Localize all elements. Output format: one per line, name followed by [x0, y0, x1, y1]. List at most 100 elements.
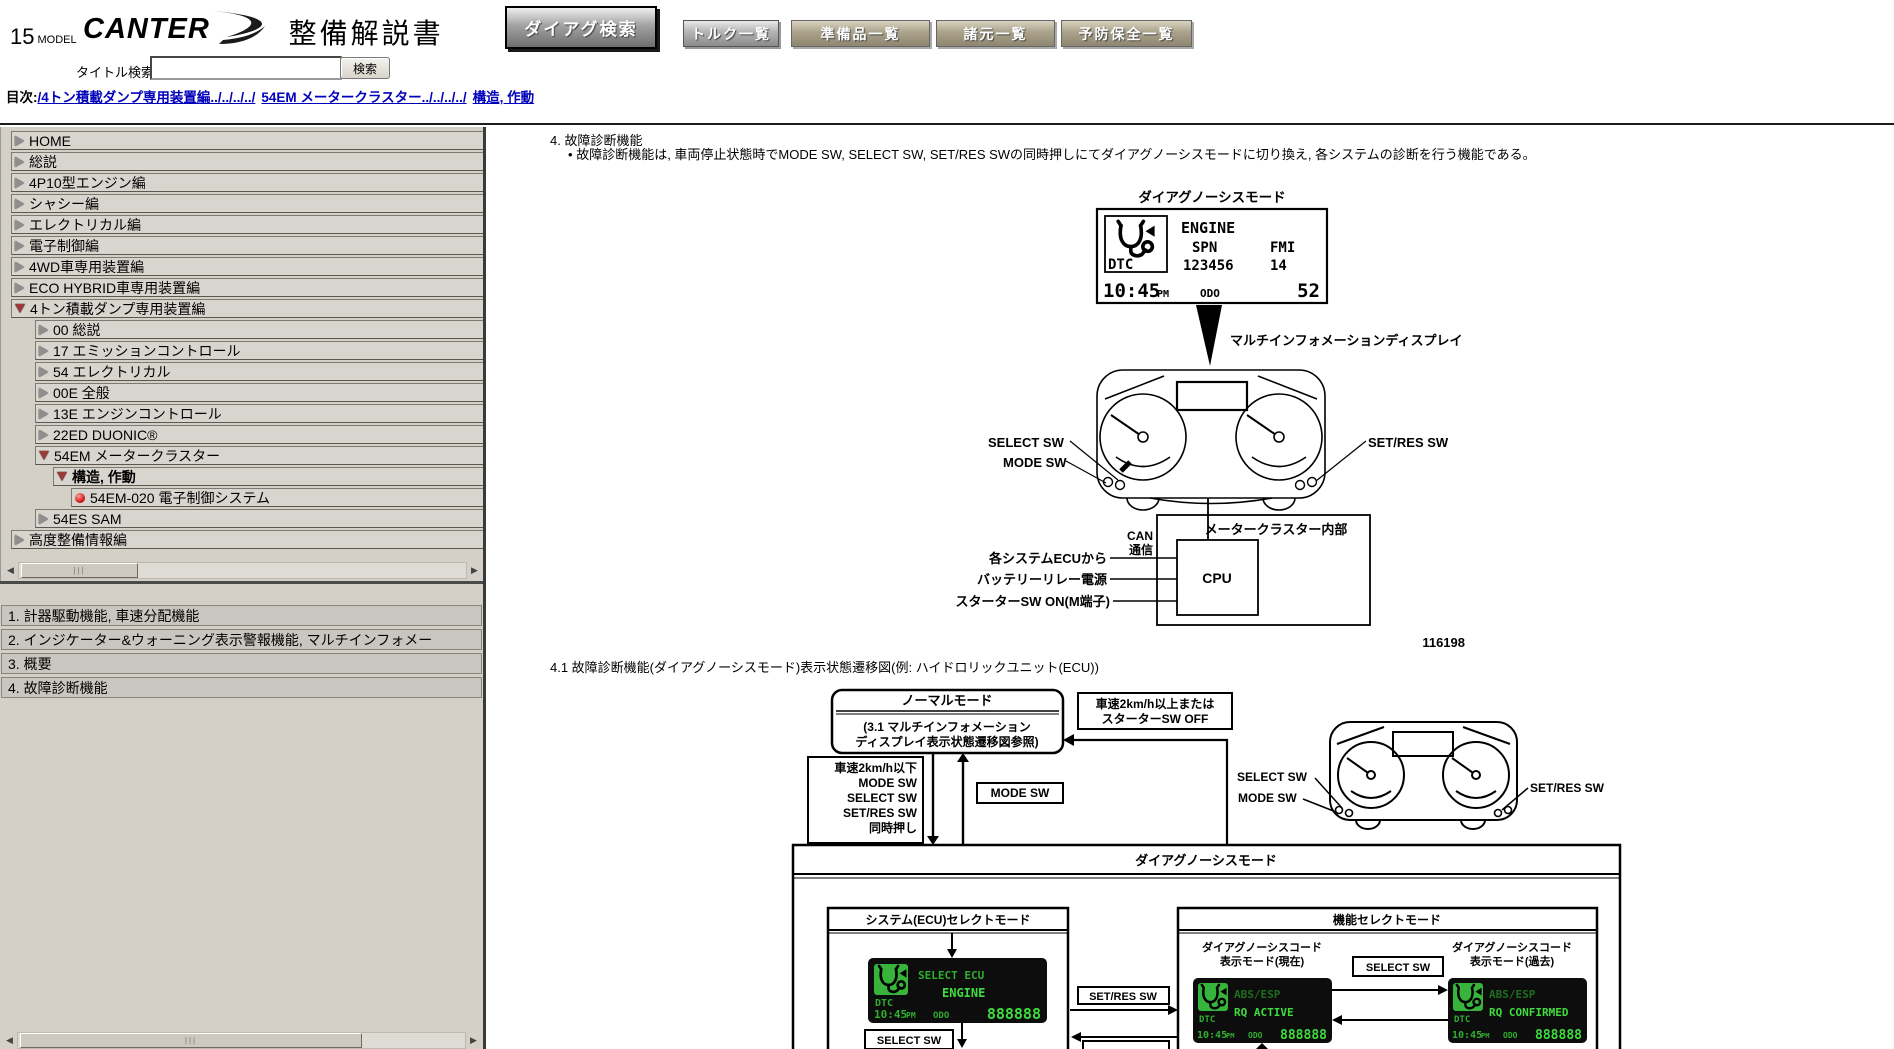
page-dot-icon[interactable] — [75, 493, 85, 503]
nav-preparation-list-button[interactable]: 準備品一覧 — [791, 20, 930, 47]
tree-item-label: 00E 全般 — [53, 383, 110, 403]
system-select-title: システム(ECU)セレクトモード — [866, 913, 1031, 927]
content-frame: 4. 故障診断機能 • 故障診断機能は, 車両停止状態時でMODE SW, SE… — [486, 127, 1894, 1049]
section-list: 1. 計器駆動機能, 車速分配機能 2. インジケーター&ウォーニング表示警報機能… — [0, 584, 483, 698]
section-list-item[interactable]: 1. 計器駆動機能, 車速分配機能 — [1, 605, 482, 626]
normal-mode-ref1: (3.1 マルチインフォメーション — [863, 720, 1030, 734]
arrowhead-down — [957, 1039, 967, 1048]
tree-item[interactable]: 54 エレクトリカル — [35, 362, 484, 381]
lcd-line2: RQ CONFIRMED — [1489, 1006, 1569, 1019]
tree-item[interactable]: 総説 — [11, 152, 484, 171]
tree-horizontal-scrollbar[interactable]: ◀ ||| ▶ — [3, 562, 482, 579]
lcd-line2: RQ ACTIVE — [1234, 1006, 1294, 1019]
tree-item[interactable]: 4P10型エンジン編 — [11, 173, 484, 192]
tree-item[interactable]: 高度整備情報編 — [11, 530, 484, 549]
tree-item-label: 高度整備情報編 — [29, 530, 127, 550]
setres-sw-label: SET/RES SW — [1530, 781, 1605, 795]
section-bullet-text: • 故障診断機能は, 車両停止状態時でMODE SW, SELECT SW, S… — [568, 144, 1536, 163]
doc-title: 整備解説書 — [289, 20, 444, 48]
nav-specs-list-button[interactable]: 諸元一覧 — [936, 20, 1055, 47]
enter-condition-line1: 車速2km/h以下 — [834, 760, 917, 775]
select-sw-label: SELECT SW — [1237, 770, 1308, 784]
tree-item[interactable]: 54ES SAM — [35, 509, 484, 528]
collapsed-triangle-icon[interactable] — [39, 430, 48, 440]
swoosh-icon — [219, 26, 265, 44]
collapsed-triangle-icon[interactable] — [15, 220, 24, 230]
odo-label: ODO — [933, 1011, 950, 1021]
scrollbar-thumb[interactable]: ||| — [20, 1033, 362, 1048]
breadcrumb: 目次:/4トン積載ダンプ専用装置編../../../../ 54EM メータークラ… — [6, 86, 540, 106]
collapsed-triangle-icon[interactable] — [39, 388, 48, 398]
title-search-input[interactable] — [150, 56, 342, 80]
tree-item[interactable]: シャシー編 — [11, 194, 484, 213]
collapsed-triangle-icon[interactable] — [39, 409, 48, 419]
section-list-item[interactable]: 2. インジケーター&ウォーニング表示警報機能, マルチインフォメー — [1, 629, 482, 650]
breadcrumb-link-volume[interactable]: /4トン積載ダンプ専用装置編../../../../ — [38, 90, 256, 105]
nav-preventive-list-button[interactable]: 予防保全一覧 — [1061, 20, 1192, 47]
tree-item[interactable]: 17 エミッションコントロール — [35, 341, 484, 360]
tree-item[interactable]: エレクトリカル編 — [11, 215, 484, 234]
collapsed-triangle-icon[interactable] — [15, 241, 24, 251]
nav-diag-search-button[interactable]: ダイアグ検索 — [505, 6, 657, 49]
collapsed-triangle-icon[interactable] — [15, 283, 24, 293]
tree-item[interactable]: 22ED DUONIC® — [35, 425, 484, 444]
collapsed-triangle-icon[interactable] — [39, 346, 48, 356]
clock-value: 10:45 — [1452, 1030, 1482, 1041]
scrollbar-track[interactable]: ||| — [17, 1032, 466, 1049]
section-list-item[interactable]: 4. 故障診断機能 — [1, 677, 482, 698]
collapsed-triangle-icon[interactable] — [39, 514, 48, 524]
tree-item[interactable]: 電子制御編 — [11, 236, 484, 255]
setres-sw-label: SET/RES SW — [1368, 435, 1449, 450]
subsection-heading: 4.1 故障診断機能(ダイアグノーシスモード)表示状態遷移図(例: ハイドロリッ… — [550, 657, 1099, 676]
bullet-text: 故障診断機能は, 車両停止状態時でMODE SW, SELECT SW, SET… — [576, 147, 1535, 162]
tree-item[interactable]: 54EM メータークラスター — [35, 446, 484, 465]
collapsed-triangle-icon[interactable] — [15, 262, 24, 272]
collapsed-triangle-icon[interactable] — [39, 325, 48, 335]
collapsed-triangle-icon[interactable] — [15, 178, 24, 188]
tree-item[interactable]: 00E 全般 — [35, 383, 484, 402]
odo-label: ODO — [1200, 287, 1220, 300]
scrollbar-thumb[interactable]: ||| — [21, 563, 138, 578]
collapsed-triangle-icon[interactable] — [39, 367, 48, 377]
nav-torque-list-button[interactable]: トルク一覧 — [683, 20, 779, 47]
select-sw-mid-box: SELECT SW — [1366, 962, 1431, 974]
scrollbar-track[interactable]: ||| — [18, 562, 467, 579]
expanded-triangle-icon[interactable] — [39, 451, 49, 460]
scroll-left-icon[interactable]: ◀ — [3, 563, 18, 578]
tree-item[interactable]: 構造, 作動 — [53, 467, 484, 486]
lcd-system: ENGINE — [1181, 219, 1235, 237]
exit-condition-line2: スターターSW OFF — [1102, 712, 1209, 726]
section-list-item[interactable]: 3. 概要 — [1, 653, 482, 674]
list-horizontal-scrollbar[interactable]: ◀ ||| ▶ — [2, 1032, 481, 1049]
breadcrumb-prefix: 目次: — [6, 90, 38, 105]
tree-item[interactable]: 13E エンジンコントロール — [35, 404, 484, 423]
tree-item[interactable]: ECO HYBRID車専用装置編 — [11, 278, 484, 297]
breadcrumb-link-group[interactable]: 54EM メータークラスター../../../../ — [261, 90, 466, 105]
scroll-left-icon[interactable]: ◀ — [2, 1033, 17, 1048]
title-search-label: タイトル検索 — [76, 62, 154, 81]
meter-cluster-drawing — [1066, 370, 1366, 510]
scroll-right-icon[interactable]: ▶ — [467, 563, 482, 578]
breadcrumb-link-page[interactable]: 構造, 作動 — [473, 90, 535, 105]
tree-item[interactable]: 4WD車専用装置編 — [11, 257, 484, 276]
search-button[interactable]: 検索 — [340, 57, 390, 79]
odo-value: 888888 — [1535, 1028, 1582, 1043]
collapsed-triangle-icon[interactable] — [15, 535, 24, 545]
tree-item[interactable]: 00 総説 — [35, 320, 484, 339]
expanded-triangle-icon[interactable] — [57, 472, 67, 481]
tree-item-label: 54 エレクトリカル — [53, 362, 170, 382]
odo-label: ODO — [1248, 1031, 1263, 1040]
collapsed-triangle-icon[interactable] — [15, 199, 24, 209]
clock-value: 10:45 — [1103, 280, 1160, 302]
now-mode-title1: ダイアグノーシスコード — [1202, 940, 1322, 954]
tree-item[interactable]: 4トン積載ダンプ専用装置編 — [11, 299, 484, 318]
expanded-triangle-icon[interactable] — [15, 304, 25, 313]
tree-item[interactable]: 54EM-020 電子制御システム — [71, 488, 484, 507]
collapsed-triangle-icon[interactable] — [15, 157, 24, 167]
ampm-label: PM — [1157, 289, 1169, 300]
collapsed-triangle-icon[interactable] — [15, 136, 24, 146]
scroll-right-icon[interactable]: ▶ — [466, 1033, 481, 1048]
tree-item[interactable]: HOME — [11, 131, 484, 150]
mode-sw-label: MODE SW — [1003, 455, 1067, 470]
mode-sw-label: MODE SW — [1238, 791, 1297, 805]
